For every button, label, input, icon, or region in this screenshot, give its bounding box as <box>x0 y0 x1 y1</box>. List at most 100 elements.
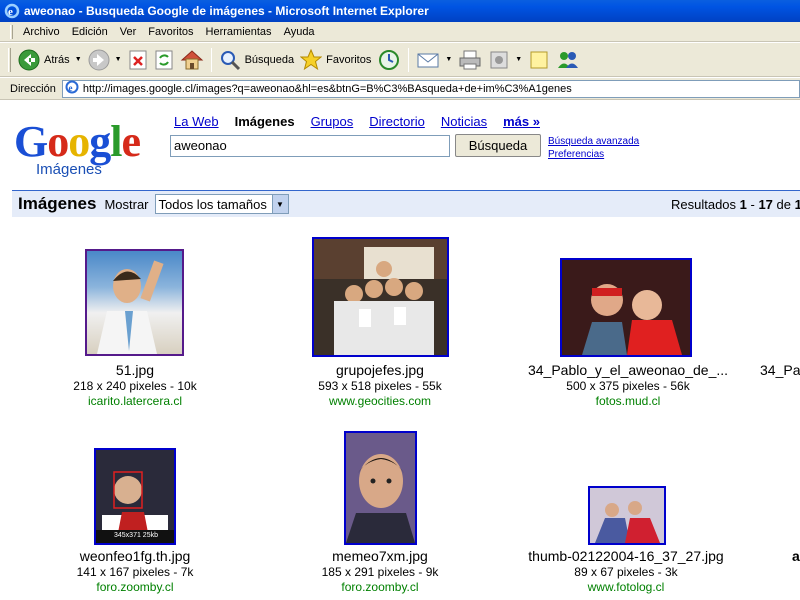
result-1-dims: 218 x 240 pixeles - 10k <box>73 379 197 393</box>
result-3-caption: 34_Pablo_y_el_aweonao_de_... 500 x 375 p… <box>508 362 748 408</box>
result-5-dims: 141 x 167 pixeles - 7k <box>76 565 194 579</box>
toolbar-grip <box>8 47 11 72</box>
mail-button[interactable]: ▼ <box>413 46 455 74</box>
nav-directory-link[interactable]: Directorio <box>369 114 425 129</box>
back-dropdown-icon[interactable]: ▼ <box>75 56 82 63</box>
folder-note-icon <box>528 49 550 71</box>
result-1-caption: 51.jpg 218 x 240 pixeles - 10k icarito.l… <box>70 362 200 408</box>
results-of-label: de <box>772 196 795 212</box>
result-5-filename: weonfeo1fg.th.jpg <box>79 548 191 564</box>
print-button[interactable] <box>455 46 485 74</box>
result-8-caption: a <box>792 548 800 564</box>
result-2-site[interactable]: www.geocities.com <box>300 394 460 408</box>
page-content: Google Imágenes La Web Imágenes Grupos D… <box>0 101 800 600</box>
forward-button[interactable]: ▼ <box>85 46 125 74</box>
edit-button[interactable]: ▼ <box>485 46 525 74</box>
back-button[interactable]: Atrás ▼ <box>15 46 85 74</box>
home-button[interactable] <box>177 46 207 74</box>
result-7-dims: 89 x 67 pixeles - 3k <box>574 565 678 579</box>
result-2-image[interactable] <box>312 237 449 357</box>
nav-images-current: Imágenes <box>234 114 295 129</box>
result-3-image[interactable] <box>560 258 692 357</box>
search-input[interactable]: aweonao <box>170 135 450 157</box>
chevron-down-icon[interactable]: ▼ <box>271 195 288 213</box>
search-button-toolbar[interactable]: Búsqueda <box>216 46 298 74</box>
discuss-button[interactable] <box>525 46 553 74</box>
logo-subtitle: Imágenes <box>36 161 102 178</box>
address-field[interactable]: e http://images.google.cl/images?q=aweon… <box>61 79 800 98</box>
result-1-site[interactable]: icarito.latercera.cl <box>70 394 200 408</box>
forward-dropdown-icon[interactable]: ▼ <box>115 56 122 63</box>
menu-bar: Archivo Edición Ver Favoritos Herramient… <box>0 22 800 42</box>
result-8-filename: a <box>792 548 800 564</box>
result-2-filename: grupojefes.jpg <box>336 362 424 378</box>
result-3-site[interactable]: fotos.mud.cl <box>508 394 748 408</box>
back-arrow-icon <box>18 49 40 71</box>
result-5-overlay-text: 345x371 25kb <box>114 532 158 539</box>
edit-dropdown-icon[interactable]: ▼ <box>515 56 522 63</box>
results-range-end: 17 <box>758 196 773 212</box>
result-5-image[interactable]: 345x371 25kb <box>94 448 176 545</box>
stop-button[interactable] <box>125 46 151 74</box>
result-3-filename: 34_Pablo_y_el_aweonao_de_... <box>527 362 729 378</box>
back-label: Atrás <box>44 53 70 66</box>
menu-ayuda[interactable]: Ayuda <box>278 26 321 38</box>
preferences-link[interactable]: Preferencias <box>548 148 639 161</box>
result-7-caption: thumb-02122004-16_37_27.jpg 89 x 67 pixe… <box>506 548 746 594</box>
result-6-filename: memeo7xm.jpg <box>332 548 428 564</box>
search-label: Búsqueda <box>244 53 295 66</box>
service-nav: La Web Imágenes Grupos Directorio Notici… <box>174 114 556 129</box>
favorites-label: Favoritos <box>326 53 372 66</box>
result-7-image[interactable] <box>588 486 666 545</box>
menu-favoritos[interactable]: Favoritos <box>142 26 199 38</box>
nav-web-link[interactable]: La Web <box>174 114 219 129</box>
advanced-search-link[interactable]: Búsqueda avanzada <box>548 135 639 148</box>
result-1-image[interactable] <box>85 249 184 356</box>
history-button[interactable] <box>374 46 404 74</box>
results-range-sep: - <box>746 196 759 212</box>
page-icon: e <box>65 80 79 97</box>
result-1-filename: 51.jpg <box>115 362 155 378</box>
results-total: 1 <box>794 196 800 212</box>
stop-icon <box>128 49 148 71</box>
google-images-logo[interactable]: Google Imágenes <box>14 117 164 178</box>
result-4-filename: 34_Pa <box>760 362 800 378</box>
result-6-image[interactable] <box>344 431 417 545</box>
menu-grip <box>10 24 13 39</box>
menu-edicion[interactable]: Edición <box>66 26 114 38</box>
search-submit-button[interactable]: Búsqueda <box>455 134 541 157</box>
result-7-site[interactable]: www.fotolog.cl <box>506 580 746 594</box>
svg-text:e: e <box>68 83 72 93</box>
size-select-value: Todos los tamaños <box>158 196 267 212</box>
address-bar: Dirección e http://images.google.cl/imag… <box>0 78 800 100</box>
refresh-button[interactable] <box>151 46 177 74</box>
mail-dropdown-icon[interactable]: ▼ <box>445 56 452 63</box>
result-5-site[interactable]: foro.zoomby.cl <box>60 580 210 594</box>
results-title: Imágenes <box>18 194 97 213</box>
nav-groups-link[interactable]: Grupos <box>311 114 354 129</box>
size-select[interactable]: Todos los tamaños ▼ <box>154 194 289 214</box>
google-logo-text: Google <box>14 117 141 166</box>
menu-ver[interactable]: Ver <box>114 26 143 38</box>
toolbar: Atrás ▼ ▼ Búsqueda Favoritos ▼ ▼ <box>0 43 800 77</box>
nav-more-link[interactable]: más » <box>503 114 540 129</box>
menu-herramientas[interactable]: Herramientas <box>200 26 278 38</box>
toolbar-separator <box>210 47 212 72</box>
result-6-dims: 185 x 291 pixeles - 9k <box>321 565 439 579</box>
edit-icon <box>488 49 510 71</box>
home-icon <box>180 49 204 71</box>
address-url: http://images.google.cl/images?q=aweonao… <box>82 82 572 95</box>
messenger-icon <box>556 49 580 71</box>
nav-news-link[interactable]: Noticias <box>441 114 487 129</box>
menu-archivo[interactable]: Archivo <box>17 26 66 38</box>
result-5-caption: weonfeo1fg.th.jpg 141 x 167 pixeles - 7k… <box>60 548 210 594</box>
result-7-filename: thumb-02122004-16_37_27.jpg <box>528 548 724 564</box>
results-header-bar: Imágenes Mostrar Todos los tamaños ▼ Res… <box>12 190 800 217</box>
messenger-button[interactable] <box>553 46 583 74</box>
forward-arrow-icon <box>88 49 110 71</box>
favorites-button[interactable]: Favoritos <box>297 46 374 74</box>
result-6-caption: memeo7xm.jpg 185 x 291 pixeles - 9k foro… <box>305 548 455 594</box>
results-range-start: 1 <box>739 196 747 212</box>
toolbar-separator <box>408 47 410 72</box>
result-6-site[interactable]: foro.zoomby.cl <box>305 580 455 594</box>
